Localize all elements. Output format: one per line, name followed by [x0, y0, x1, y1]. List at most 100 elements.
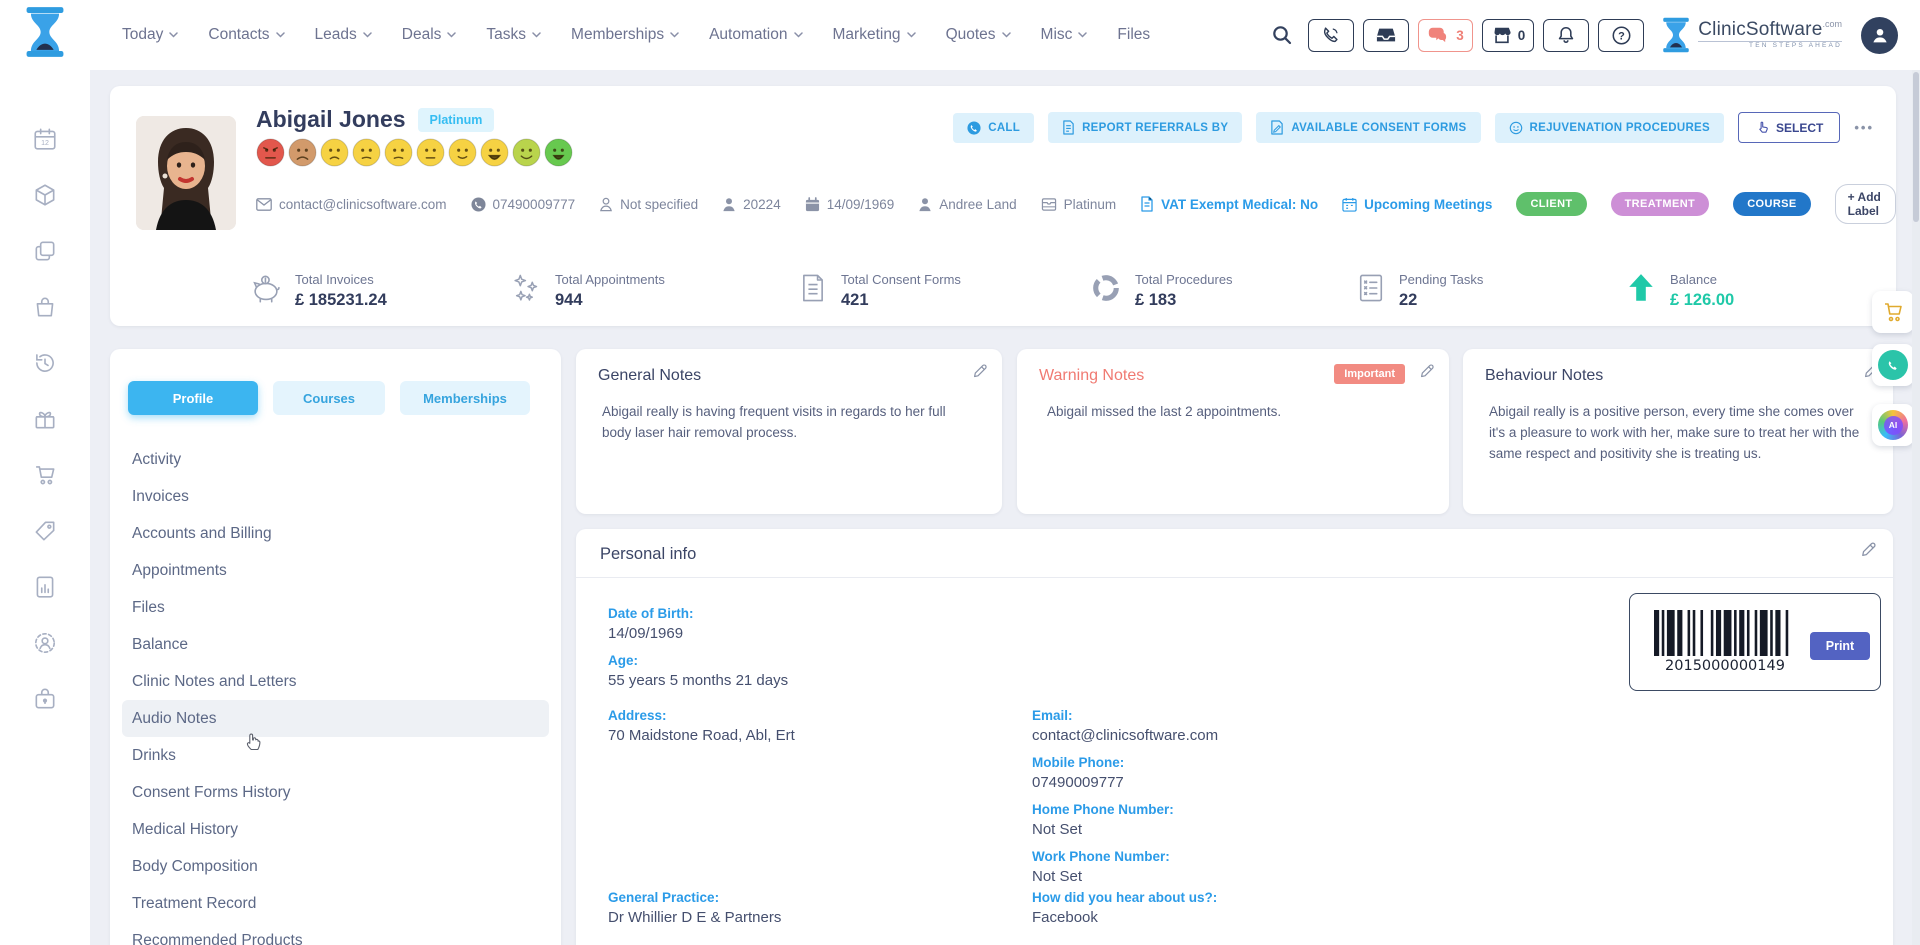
products-icon[interactable] — [32, 182, 58, 208]
nav-item-leads[interactable]: Leads — [315, 26, 372, 44]
nav-item-memberships[interactable]: Memberships — [571, 26, 679, 44]
sparkles-icon — [510, 272, 542, 304]
shopping-bag-icon[interactable] — [32, 294, 58, 320]
nav-item-deals[interactable]: Deals — [402, 26, 457, 44]
panel-item-activity[interactable]: Activity — [122, 441, 549, 478]
mood-emoji-1[interactable] — [256, 138, 285, 167]
label-treatment[interactable]: TREATMENT — [1611, 192, 1710, 216]
tab-profile[interactable]: Profile — [128, 381, 258, 415]
gift-icon[interactable] — [32, 406, 58, 432]
rejuvenation-button[interactable]: REJUVENATION PROCEDURES — [1495, 113, 1725, 143]
stat-total-procedures: Total Procedures£ 183 — [1090, 272, 1233, 310]
chat-count: 3 — [1456, 28, 1464, 43]
add-label-button[interactable]: + Add Label — [1835, 184, 1896, 224]
nav-item-automation[interactable]: Automation — [709, 26, 802, 44]
duplicate-icon[interactable] — [32, 238, 58, 264]
print-button[interactable]: Print — [1810, 632, 1870, 660]
stat-total-invoices: Total Invoices£ 185231.24 — [250, 272, 387, 310]
field-group-gp: General Practice:Dr Whillier D E & Partn… — [608, 889, 781, 936]
help-button[interactable]: ? — [1598, 19, 1644, 52]
top-bar: Today Contacts Leads Deals Tasks Memberships A… — [0, 0, 1920, 70]
consent-forms-button[interactable]: AVAILABLE CONSENT FORMS — [1256, 112, 1480, 143]
report-icon[interactable] — [32, 574, 58, 600]
notifications-button[interactable] — [1543, 19, 1589, 52]
floating-cart-button[interactable] — [1872, 291, 1914, 333]
mood-emoji-4[interactable] — [352, 138, 381, 167]
nav-item-tasks[interactable]: Tasks — [486, 26, 541, 44]
svg-text:?: ? — [1618, 30, 1625, 42]
barcode-bars — [1654, 610, 1796, 656]
mood-emoji-2[interactable] — [288, 138, 317, 167]
panel-item-consent-forms-history[interactable]: Consent Forms History — [122, 774, 549, 811]
piggy-bank-icon — [250, 272, 282, 304]
panel-item-files[interactable]: Files — [122, 589, 549, 626]
store-button[interactable]: 0 — [1482, 19, 1535, 52]
calendar-icon[interactable]: 12 — [32, 126, 58, 152]
case-lock-icon[interactable] — [32, 686, 58, 712]
panel-item-appointments[interactable]: Appointments — [122, 552, 549, 589]
panel-item-audio-notes[interactable]: Audio Notes — [122, 700, 549, 737]
mood-emoji-7[interactable] — [448, 138, 477, 167]
panel-item-balance[interactable]: Balance — [122, 626, 549, 663]
search-icon[interactable] — [1271, 24, 1293, 46]
mood-emoji-8[interactable] — [480, 138, 509, 167]
mood-emoji-5[interactable] — [384, 138, 413, 167]
sidebar-brand-icon[interactable] — [22, 6, 68, 58]
nav-item-contacts[interactable]: Contacts — [208, 26, 284, 44]
nav-item-quotes[interactable]: Quotes — [946, 26, 1011, 44]
nav-item-misc[interactable]: Misc — [1041, 26, 1088, 44]
contact-client-id: 20224 — [722, 197, 781, 212]
mood-emoji-10[interactable] — [544, 138, 573, 167]
panel-item-medical-history[interactable]: Medical History — [122, 811, 549, 848]
warning-notes-text: Abigail missed the last 2 appointments. — [1047, 401, 1281, 422]
floating-ai-button[interactable]: AI — [1872, 404, 1914, 446]
nav-item-label: Misc — [1041, 26, 1073, 44]
brand-logo: ClinicSoftware.com TEN STEPS AHEAD — [1661, 16, 1842, 54]
mood-emoji-6[interactable] — [416, 138, 445, 167]
panel-item-drinks[interactable]: Drinks — [122, 737, 549, 774]
nav-item-files[interactable]: Files — [1117, 26, 1150, 44]
nav-item-label: Contacts — [208, 26, 269, 44]
edit-pencil-icon[interactable] — [972, 363, 988, 379]
nav-item-today[interactable]: Today — [122, 26, 178, 44]
panel-item-treatment-record[interactable]: Treatment Record — [122, 885, 549, 922]
edit-pencil-icon[interactable] — [1419, 363, 1435, 379]
panel-item-body-composition[interactable]: Body Composition — [122, 848, 549, 885]
contact-not-specified: Not specified — [599, 197, 698, 212]
support-icon[interactable] — [32, 630, 58, 656]
profile-nav-panel: Profile Courses Memberships ActivityInvo… — [110, 349, 561, 945]
label-client[interactable]: CLIENT — [1516, 192, 1586, 216]
person-icon — [918, 197, 932, 212]
floating-phone-button[interactable] — [1872, 344, 1914, 386]
scrollbar-thumb[interactable] — [1913, 72, 1919, 222]
mood-emoji-3[interactable] — [320, 138, 349, 167]
cart-icon[interactable] — [32, 462, 58, 488]
report-referrals-button[interactable]: REPORT REFERRALS BY — [1048, 112, 1242, 143]
user-menu-avatar[interactable] — [1861, 17, 1898, 54]
tab-memberships[interactable]: Memberships — [400, 381, 530, 415]
inbox-button[interactable] — [1363, 19, 1409, 52]
select-button[interactable]: SELECT — [1738, 112, 1840, 143]
chevron-down-icon — [363, 32, 372, 38]
call-button[interactable]: CALL — [953, 113, 1034, 143]
dialer-button[interactable] — [1308, 19, 1354, 52]
panel-item-accounts-and-billing[interactable]: Accounts and Billing — [122, 515, 549, 552]
rejuvenation-icon — [1509, 121, 1523, 135]
nav-item-marketing[interactable]: Marketing — [833, 26, 916, 44]
panel-item-clinic-notes-and-letters[interactable]: Clinic Notes and Letters — [122, 663, 549, 700]
donut-chart-icon — [1090, 272, 1122, 304]
chat-button[interactable]: 3 — [1418, 19, 1473, 52]
vat-exempt-link[interactable]: VAT Exempt Medical: No — [1140, 196, 1318, 212]
panel-item-recommended-products[interactable]: Recommended Products — [122, 922, 549, 945]
history-icon[interactable] — [32, 350, 58, 376]
price-tag-icon[interactable] — [32, 518, 58, 544]
upcoming-meetings-link[interactable]: Upcoming Meetings — [1342, 197, 1492, 212]
mood-emoji-9[interactable] — [512, 138, 541, 167]
label-course[interactable]: COURSE — [1733, 192, 1810, 216]
chevron-down-icon — [447, 32, 456, 38]
tab-courses[interactable]: Courses — [273, 381, 385, 415]
edit-pencil-icon[interactable] — [1860, 541, 1877, 558]
panel-item-invoices[interactable]: Invoices — [122, 478, 549, 515]
more-actions-button[interactable]: ••• — [1854, 120, 1874, 135]
phone-icon — [967, 121, 981, 135]
